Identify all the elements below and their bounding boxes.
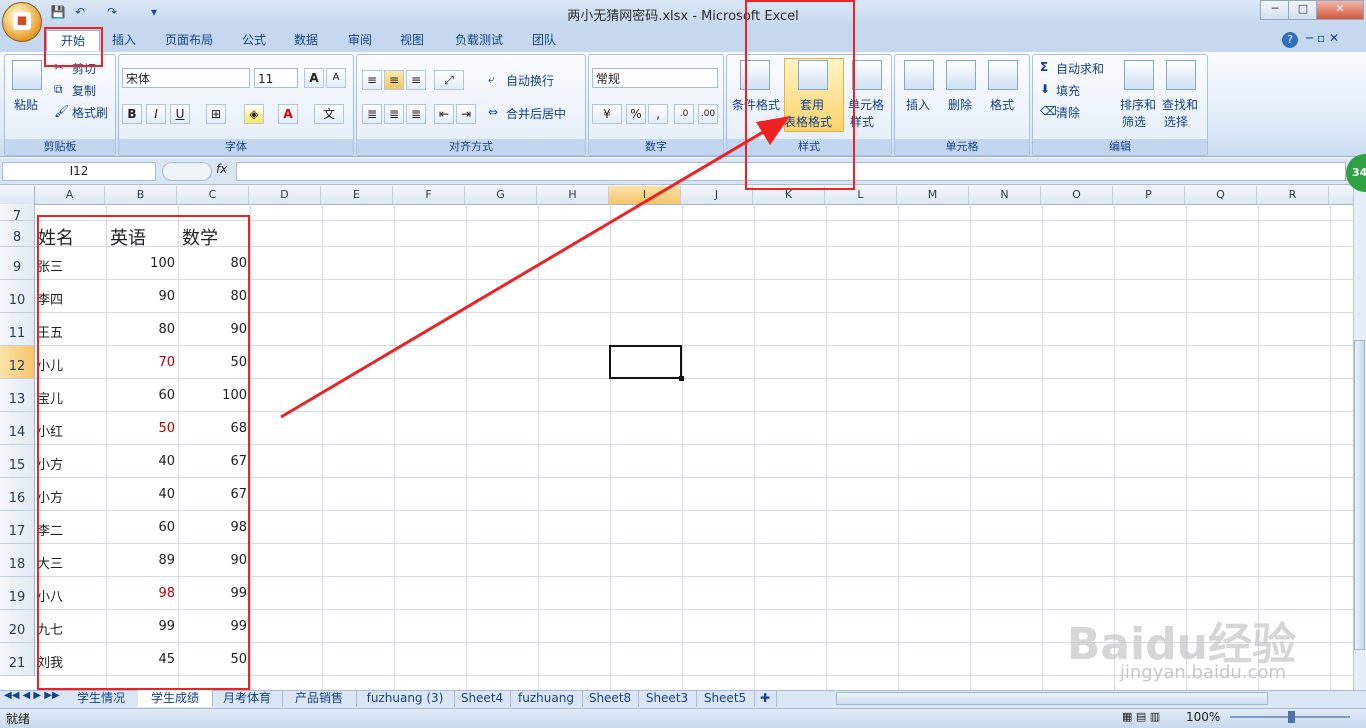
view-mode-icons[interactable]: ▦ ▤ ▥ — [1122, 710, 1160, 723]
zoom-level[interactable]: 100% — [1186, 710, 1220, 724]
status-bar — [0, 708, 1366, 728]
zoom-slider-thumb[interactable] — [1288, 711, 1295, 723]
office-button[interactable]: ◼ — [2, 2, 42, 42]
sheet-tab[interactable]: Sheet8 — [582, 690, 639, 707]
sheet-tab[interactable]: Sheet3 — [638, 690, 697, 707]
sheet-nav-icon[interactable]: ◀◀ ◀ ▶ ▶▶ — [4, 690, 60, 701]
status-ready: 就绪 — [6, 712, 31, 726]
sheet-tab[interactable]: 学生情况 — [64, 690, 139, 707]
horizontal-scroll-thumb[interactable] — [836, 692, 1268, 705]
sheet-tab[interactable]: 产品销售 — [282, 690, 357, 707]
vertical-scroll-thumb[interactable] — [1354, 340, 1365, 650]
sheet-tab[interactable]: fuzhuang — [510, 690, 583, 707]
sheet-tab[interactable]: fuzhuang (3) — [356, 690, 455, 707]
sheet-tab[interactable]: 月考体育 — [212, 690, 283, 707]
office-logo-icon: ◼ — [13, 12, 31, 30]
baidu-watermark-url: jingyan.baidu.com — [1119, 662, 1286, 683]
insert-sheet-icon[interactable]: ✚ — [754, 690, 777, 707]
sheet-tab[interactable]: Sheet5 — [696, 690, 755, 707]
sheet-tab[interactable]: 学生成绩 — [138, 690, 213, 707]
sheet-tab[interactable]: Sheet4 — [454, 690, 511, 707]
